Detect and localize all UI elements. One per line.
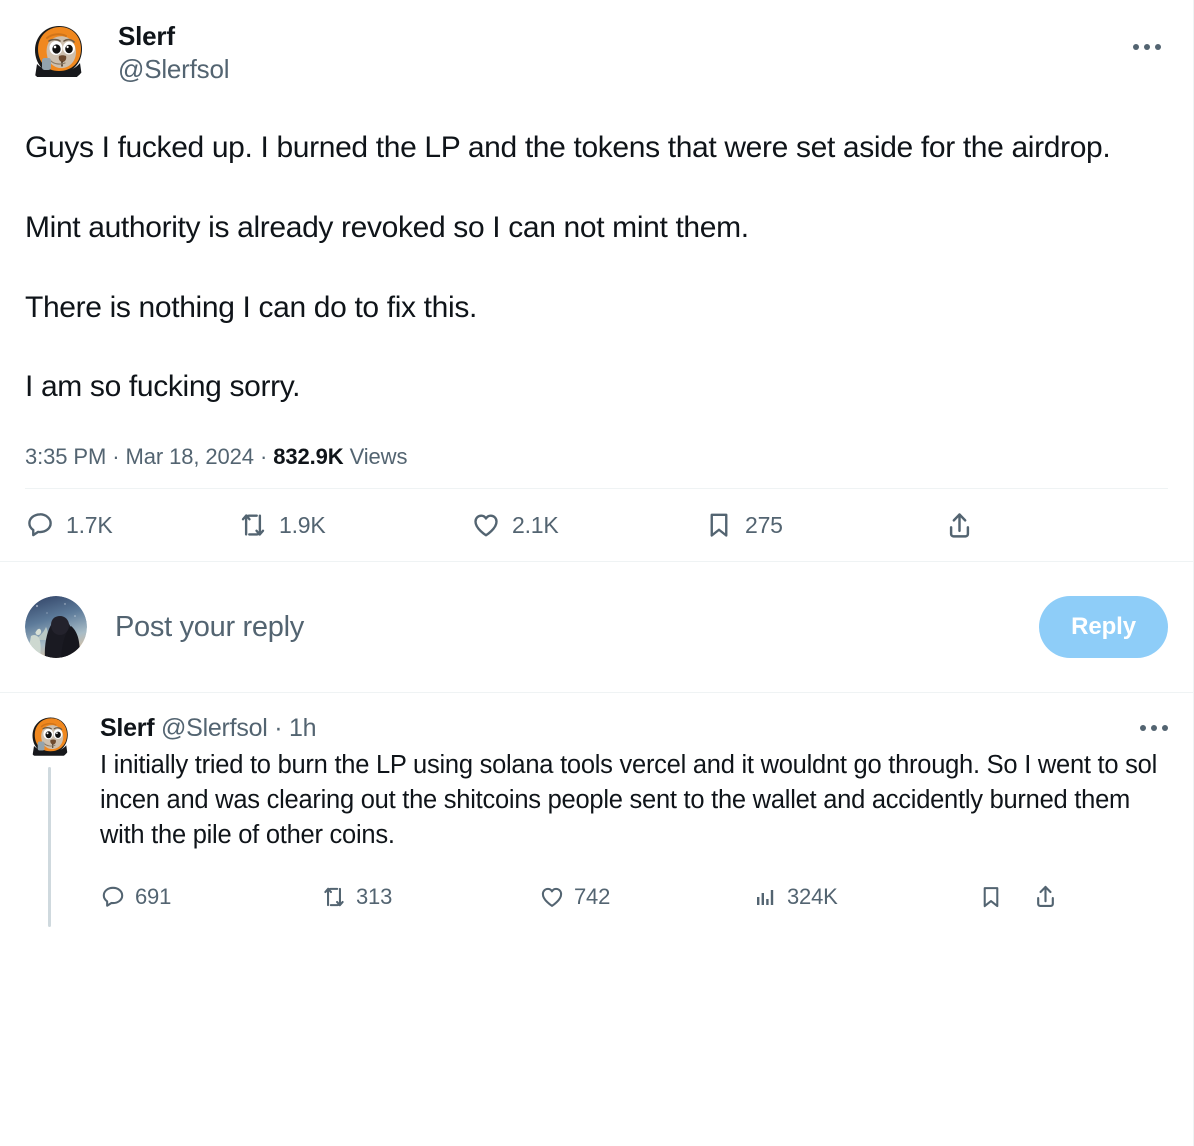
display-name[interactable]: Slerf [118, 20, 229, 53]
author-info: Slerf @Slerfsol [118, 18, 229, 87]
views-label: Views [349, 444, 408, 470]
bookmark-count: 275 [745, 511, 783, 538]
reply-handle[interactable]: @Slerfsol [161, 714, 268, 742]
bookmark-icon [710, 513, 728, 537]
ellipsis-icon [1140, 725, 1168, 732]
reply-avatar-column [25, 713, 73, 928]
ellipsis-icon [1133, 44, 1161, 50]
reply-post-actions: 691 313 742 324K [100, 875, 1168, 919]
repost-action[interactable]: 1.9K [238, 510, 471, 540]
handle[interactable]: @Slerfsol [118, 53, 229, 87]
repost-icon [241, 514, 265, 536]
comment-icon [102, 886, 124, 907]
reply-input[interactable]: Post your reply [115, 611, 1039, 644]
analytics-icon [757, 889, 774, 905]
main-post: Slerf @Slerfsol Guys I fucked up. I burn… [0, 0, 1193, 470]
like-count: 2.1K [512, 511, 559, 538]
bookmark-action[interactable] [978, 884, 1032, 910]
like-count: 742 [574, 883, 611, 909]
repost-action[interactable]: 313 [321, 884, 539, 910]
post-date: Mar 18, 2024 [125, 444, 255, 470]
heart-icon [474, 514, 498, 537]
reply-author-line: Slerf @Slerfsol · 1h [100, 713, 1168, 744]
views-action[interactable]: 324K [754, 884, 978, 910]
share-action[interactable] [1032, 883, 1059, 910]
reply-count: 1.7K [66, 511, 113, 538]
reply-button[interactable]: Reply [1039, 596, 1168, 659]
current-user-avatar[interactable] [25, 596, 87, 659]
views-count: 324K [787, 883, 838, 909]
repost-count: 313 [356, 883, 393, 909]
reply-composer: Post your reply Reply [0, 562, 1193, 692]
repost-count: 1.9K [279, 511, 326, 538]
post-time: 3:35 PM [25, 444, 107, 470]
bookmark-icon [983, 886, 999, 907]
views-count: 832.9K [273, 444, 344, 470]
bookmark-action[interactable]: 275 [704, 510, 944, 540]
reply-action[interactable]: 691 [100, 884, 321, 910]
like-action[interactable]: 742 [539, 884, 754, 910]
main-post-actions: 1.7K 1.9K 2.1K 275 [0, 489, 1193, 561]
dot-separator-2: · [259, 444, 268, 470]
tweet-detail-page: Slerf @Slerfsol Guys I fucked up. I burn… [0, 0, 1194, 1146]
reply-count: 691 [135, 883, 172, 909]
avatar[interactable] [25, 20, 89, 84]
thread-connector-line [47, 767, 51, 928]
post-text: Guys I fucked up. I burned the LP and th… [25, 131, 1111, 404]
post-timestamp: 3:35 PM · Mar 18, 2024 · 832.9K Views [25, 444, 1168, 470]
dot-separator-1: · [112, 444, 120, 470]
avatar[interactable] [25, 713, 73, 762]
share-icon [949, 513, 970, 538]
repost-icon [324, 887, 344, 906]
reply-separator: · [274, 714, 283, 743]
reply-action[interactable]: 1.7K [25, 510, 238, 540]
share-icon [1037, 885, 1054, 908]
like-action[interactable]: 2.1K [471, 510, 704, 540]
share-action[interactable] [944, 510, 975, 541]
reply-post: Slerf @Slerfsol · 1h I initially tried t… [0, 693, 1193, 928]
reply-age[interactable]: 1h [289, 714, 317, 742]
more-options-button[interactable] [1126, 32, 1168, 62]
reply-text: I initially tried to burn the LP using s… [100, 751, 1158, 849]
reply-content: Slerf @Slerfsol · 1h I initially tried t… [100, 713, 1168, 927]
main-post-header: Slerf @Slerfsol [25, 18, 1168, 98]
reply-more-options-button[interactable] [1134, 715, 1174, 741]
reply-display-name[interactable]: Slerf [100, 714, 155, 742]
comment-icon [28, 513, 52, 537]
heart-icon [541, 887, 563, 907]
